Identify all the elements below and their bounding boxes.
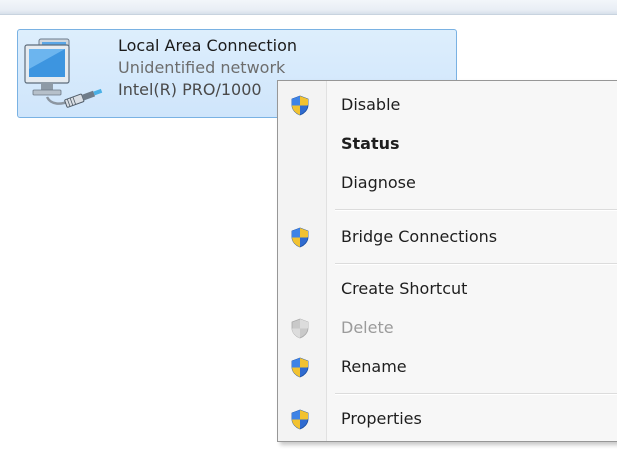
menu-item-properties[interactable]: Properties [278, 399, 617, 437]
menu-item-rename[interactable]: Rename [278, 347, 617, 385]
context-menu: Disable Status Diagnose Bridge Connectio… [277, 80, 617, 442]
menu-item-disable[interactable]: Disable [278, 85, 617, 123]
menu-item-create-shortcut[interactable]: Create Shortcut [278, 269, 617, 307]
connection-adapter: Intel(R) PRO/1000 [118, 80, 262, 99]
menu-item-label: Bridge Connections [341, 227, 498, 246]
connection-name: Local Area Connection [118, 36, 297, 55]
menu-item-label: Diagnose [341, 173, 416, 192]
menu-item-label: Delete [341, 318, 394, 337]
menu-item-bridge-connections[interactable]: Bridge Connections [278, 217, 617, 255]
uac-shield-icon [290, 95, 310, 116]
uac-shield-icon [290, 357, 310, 378]
menu-item-label: Disable [341, 95, 401, 114]
menu-separator [335, 393, 617, 395]
uac-shield-icon [290, 227, 310, 248]
menu-item-label: Create Shortcut [341, 279, 468, 298]
connection-status: Unidentified network [118, 58, 286, 77]
uac-shield-icon [290, 409, 310, 430]
menu-item-label: Rename [341, 357, 407, 376]
menu-item-label: Properties [341, 409, 422, 428]
menu-item-diagnose[interactable]: Diagnose [278, 163, 617, 201]
menu-item-status[interactable]: Status [278, 124, 617, 162]
connection-details: Local Area Connection Unidentified netwo… [118, 35, 297, 101]
menu-item-label: Status [341, 134, 400, 153]
uac-shield-icon [290, 318, 310, 339]
folder-header-bar [0, 0, 617, 15]
menu-separator [335, 263, 617, 265]
menu-item-delete[interactable]: Delete [278, 308, 617, 346]
network-adapter-icon [21, 33, 107, 113]
menu-separator [335, 209, 617, 211]
